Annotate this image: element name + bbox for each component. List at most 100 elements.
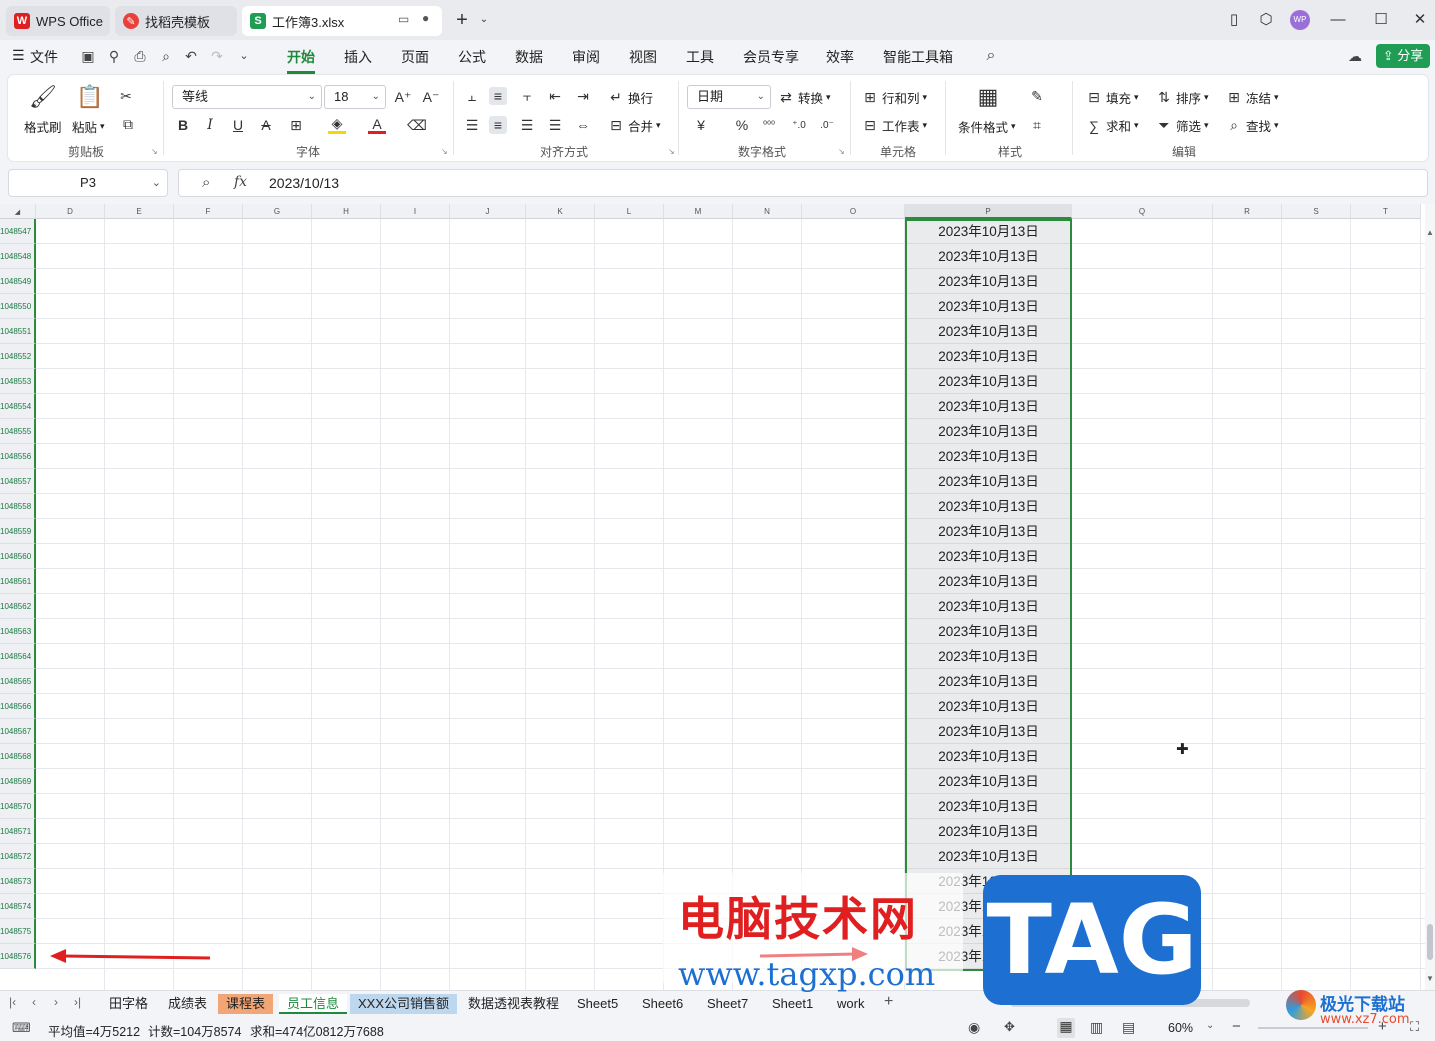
chevron-down-icon[interactable]: ⌄ xyxy=(1206,1020,1214,1031)
cell-p[interactable]: 2023年10月13日 xyxy=(906,219,1071,244)
last-sheet-icon[interactable]: ›| xyxy=(74,995,81,1009)
row-header[interactable]: 1048548 xyxy=(0,244,36,269)
convert-button[interactable]: ⇄ 转换 ▾ xyxy=(777,88,830,107)
hamburger-icon[interactable]: ☰ xyxy=(12,47,25,64)
row-header[interactable]: 1048573 xyxy=(0,869,36,894)
cell-p[interactable]: 2023年10月13日 xyxy=(906,544,1071,569)
column-header-t[interactable]: T xyxy=(1351,204,1421,219)
column-header-g[interactable]: G xyxy=(243,204,312,219)
thousands-icon[interactable]: ⁰⁰⁰ xyxy=(760,116,778,134)
cell-p[interactable]: 2023年10月13日 xyxy=(906,619,1071,644)
view-mode-icon[interactable]: ✥ xyxy=(1004,1019,1015,1035)
cell-p[interactable]: 2023年10月13日 xyxy=(906,344,1071,369)
cell-p[interactable]: 2023年10月13日 xyxy=(906,794,1071,819)
sheet-tab-sheet6[interactable]: Sheet6 xyxy=(634,994,691,1014)
cell-p[interactable]: 2023年10月13日 xyxy=(906,469,1071,494)
align-top-icon[interactable]: ⫠ xyxy=(463,87,481,105)
row-header[interactable]: 1048571 xyxy=(0,819,36,844)
row-header[interactable]: 1048575 xyxy=(0,919,36,944)
column-header-d[interactable]: D xyxy=(36,204,105,219)
column-header-n[interactable]: N xyxy=(733,204,802,219)
sum-button[interactable]: ∑ 求和 ▾ xyxy=(1085,116,1139,135)
font-color-icon[interactable]: A xyxy=(368,116,386,134)
justify-icon[interactable]: ☰ xyxy=(546,116,564,134)
print-preview-icon[interactable]: ⌕ xyxy=(158,48,174,64)
row-header[interactable]: 1048563 xyxy=(0,619,36,644)
undo-icon[interactable]: ↶ xyxy=(183,48,199,64)
normal-view-icon[interactable]: ▦ xyxy=(1057,1018,1075,1038)
increase-font-icon[interactable]: A⁺ xyxy=(394,88,412,106)
wrap-text-button[interactable]: ↵ 换行 xyxy=(607,88,653,107)
worksheet-button[interactable]: ⊟ 工作表 ▾ xyxy=(861,116,927,135)
sheet-tab-sales[interactable]: XXX公司销售额 xyxy=(350,994,458,1014)
add-sheet-icon[interactable]: + xyxy=(884,993,893,1011)
fill-button[interactable]: ⊟ 填充 ▾ xyxy=(1085,88,1138,107)
tab-workbook[interactable]: S 工作簿3.xlsx ▭ ● xyxy=(242,6,442,36)
bold-icon[interactable]: B xyxy=(174,116,192,134)
row-header[interactable]: 1048574 xyxy=(0,894,36,919)
cell-p[interactable]: 2023年10月13日 xyxy=(906,244,1071,269)
column-header-e[interactable]: E xyxy=(105,204,174,219)
cell-style-icon[interactable]: ✎ xyxy=(1028,87,1046,105)
sheet-tab-staff-info[interactable]: 员工信息 xyxy=(279,994,348,1014)
minimize-icon[interactable]: — xyxy=(1328,10,1348,30)
italic-icon[interactable]: I xyxy=(201,116,219,134)
menu-review[interactable]: 审阅 xyxy=(572,47,600,67)
row-header[interactable]: 1048557 xyxy=(0,469,36,494)
cell-p[interactable]: 2023年10月13日 xyxy=(906,669,1071,694)
conditional-format-button[interactable]: 条件格式 ▾ xyxy=(958,117,1016,136)
row-header[interactable]: 1048567 xyxy=(0,719,36,744)
dialog-launcher-icon[interactable]: ↘ xyxy=(441,147,448,156)
sheet-tab-tianzige[interactable]: 田字格 xyxy=(101,994,156,1014)
new-tab-icon[interactable]: + xyxy=(452,10,472,30)
zoom-slider[interactable] xyxy=(1258,1027,1368,1029)
sheet-tab-grades[interactable]: 成绩表 xyxy=(160,994,215,1014)
close-icon[interactable]: ✕ xyxy=(1410,10,1430,30)
cell-p[interactable]: 2023年10月13日 xyxy=(906,294,1071,319)
cell-p[interactable]: 2023年10月13日 xyxy=(906,844,1071,869)
row-header[interactable]: 1048552 xyxy=(0,344,36,369)
cell-p[interactable]: 2023年10月13日 xyxy=(906,494,1071,519)
cell-p[interactable]: 2023年10月13日 xyxy=(906,269,1071,294)
align-left-icon[interactable]: ☰ xyxy=(463,116,481,134)
scroll-down-icon[interactable]: ▼ xyxy=(1426,974,1434,983)
menu-formulas[interactable]: 公式 xyxy=(458,47,486,67)
column-header-s[interactable]: S xyxy=(1282,204,1351,219)
cell-p[interactable]: 2023年10月13日 xyxy=(906,519,1071,544)
fullscreen-icon[interactable]: ⛶ xyxy=(1410,1019,1419,1035)
column-header-r[interactable]: R xyxy=(1213,204,1282,219)
row-header[interactable]: 1048553 xyxy=(0,369,36,394)
cell-p[interactable]: 2023年10月13日 xyxy=(906,644,1071,669)
sheet-tab-sheet7[interactable]: Sheet7 xyxy=(699,994,756,1014)
chevron-down-icon[interactable]: ⌄ xyxy=(474,10,494,30)
column-header-l[interactable]: L xyxy=(595,204,664,219)
border-icon[interactable]: ⊞ xyxy=(287,116,305,134)
cell-p[interactable]: 2023年10月13日 xyxy=(906,769,1071,794)
row-header[interactable]: 1048558 xyxy=(0,494,36,519)
row-header[interactable]: 1048576 xyxy=(0,944,36,969)
zoom-out-icon[interactable]: − xyxy=(1232,1018,1241,1035)
cell-p[interactable]: 2023年10月13日 xyxy=(906,319,1071,344)
find-button[interactable]: ⌕ 查找 ▾ xyxy=(1225,116,1278,135)
decrease-font-icon[interactable]: A⁻ xyxy=(422,88,440,106)
row-header[interactable]: 1048568 xyxy=(0,744,36,769)
copy-icon[interactable]: ⧉ xyxy=(119,115,137,133)
align-right-icon[interactable]: ☰ xyxy=(518,116,536,134)
strikethrough-icon[interactable]: A xyxy=(257,116,275,134)
print-icon[interactable]: ⎙ xyxy=(132,48,148,64)
row-header[interactable]: 1048549 xyxy=(0,269,36,294)
distributed-icon[interactable]: ⇔ xyxy=(574,116,592,134)
rows-cols-button[interactable]: ⊞ 行和列 ▾ xyxy=(861,88,927,107)
percent-icon[interactable]: % xyxy=(733,116,751,134)
sheet-tab-sheet5[interactable]: Sheet5 xyxy=(569,994,626,1014)
next-sheet-icon[interactable]: › xyxy=(54,995,58,1009)
cell-p[interactable]: 2023年10月13日 xyxy=(906,419,1071,444)
menu-tools[interactable]: 工具 xyxy=(686,47,714,67)
column-header-p[interactable]: P xyxy=(905,204,1072,219)
vertical-scrollbar[interactable]: ▲ ▼ xyxy=(1425,204,1435,990)
font-name-select[interactable]: 等线 ⌄ xyxy=(172,85,322,109)
first-sheet-icon[interactable]: |‹ xyxy=(9,995,16,1009)
name-box[interactable]: P3 ⌄ xyxy=(8,169,168,197)
row-header[interactable]: 1048570 xyxy=(0,794,36,819)
layout-icon[interactable]: ▯ xyxy=(1224,10,1244,30)
